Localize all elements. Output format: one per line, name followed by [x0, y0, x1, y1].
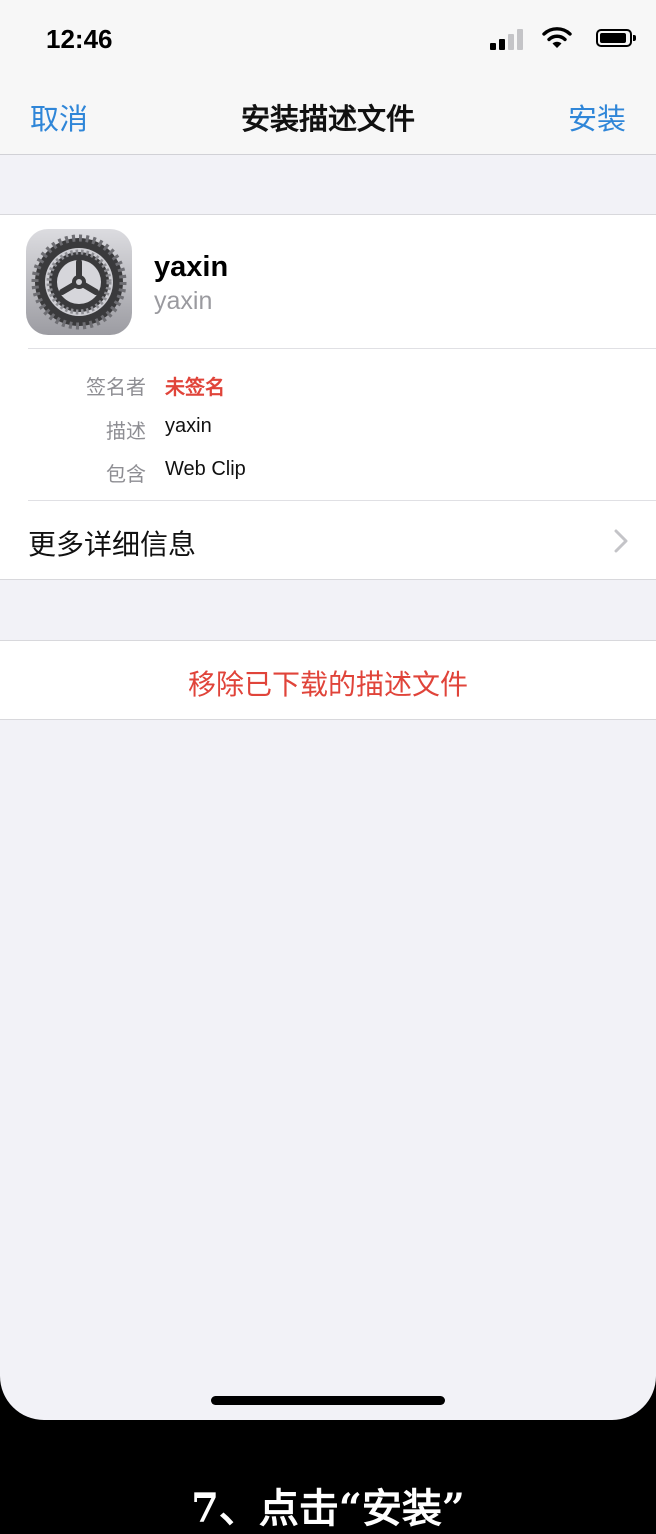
phone-screen: 12:46 取消 安装描述文件 安装 yaxin yaxin 签名者 未签名 描… — [0, 0, 656, 1420]
contains-value: Web Clip — [165, 458, 246, 480]
profile-subname: yaxin — [154, 287, 213, 315]
status-time: 12:46 — [46, 24, 113, 54]
description-label: 描述 — [106, 421, 146, 443]
signal-icon — [490, 28, 524, 50]
signer-label: 签名者 — [86, 377, 146, 399]
contains-label: 包含 — [106, 464, 146, 486]
remove-profile-button[interactable]: 移除已下载的描述文件 — [0, 640, 656, 720]
chevron-right-icon — [614, 529, 628, 553]
navigation-bar: 取消 安装描述文件 安装 — [0, 78, 656, 155]
divider — [28, 348, 656, 349]
more-details-row[interactable]: 更多详细信息 — [0, 501, 656, 579]
home-indicator[interactable] — [211, 1396, 445, 1405]
profile-card: yaxin yaxin 签名者 未签名 描述 yaxin 包含 Web Clip… — [0, 214, 656, 580]
more-details-label: 更多详细信息 — [28, 529, 197, 560]
status-bar: 12:46 — [0, 0, 656, 78]
settings-gear-icon — [26, 229, 132, 335]
wifi-icon — [542, 27, 572, 48]
install-button[interactable]: 安装 — [568, 96, 626, 138]
remove-profile-label: 移除已下载的描述文件 — [187, 669, 468, 700]
battery-icon — [596, 29, 636, 47]
signer-value: 未签名 — [165, 377, 225, 399]
profile-name: yaxin — [154, 251, 229, 283]
page-title: 安装描述文件 — [240, 104, 415, 136]
description-value: yaxin — [165, 415, 212, 437]
instruction-caption: 7、点击“安装” — [191, 1485, 465, 1532]
